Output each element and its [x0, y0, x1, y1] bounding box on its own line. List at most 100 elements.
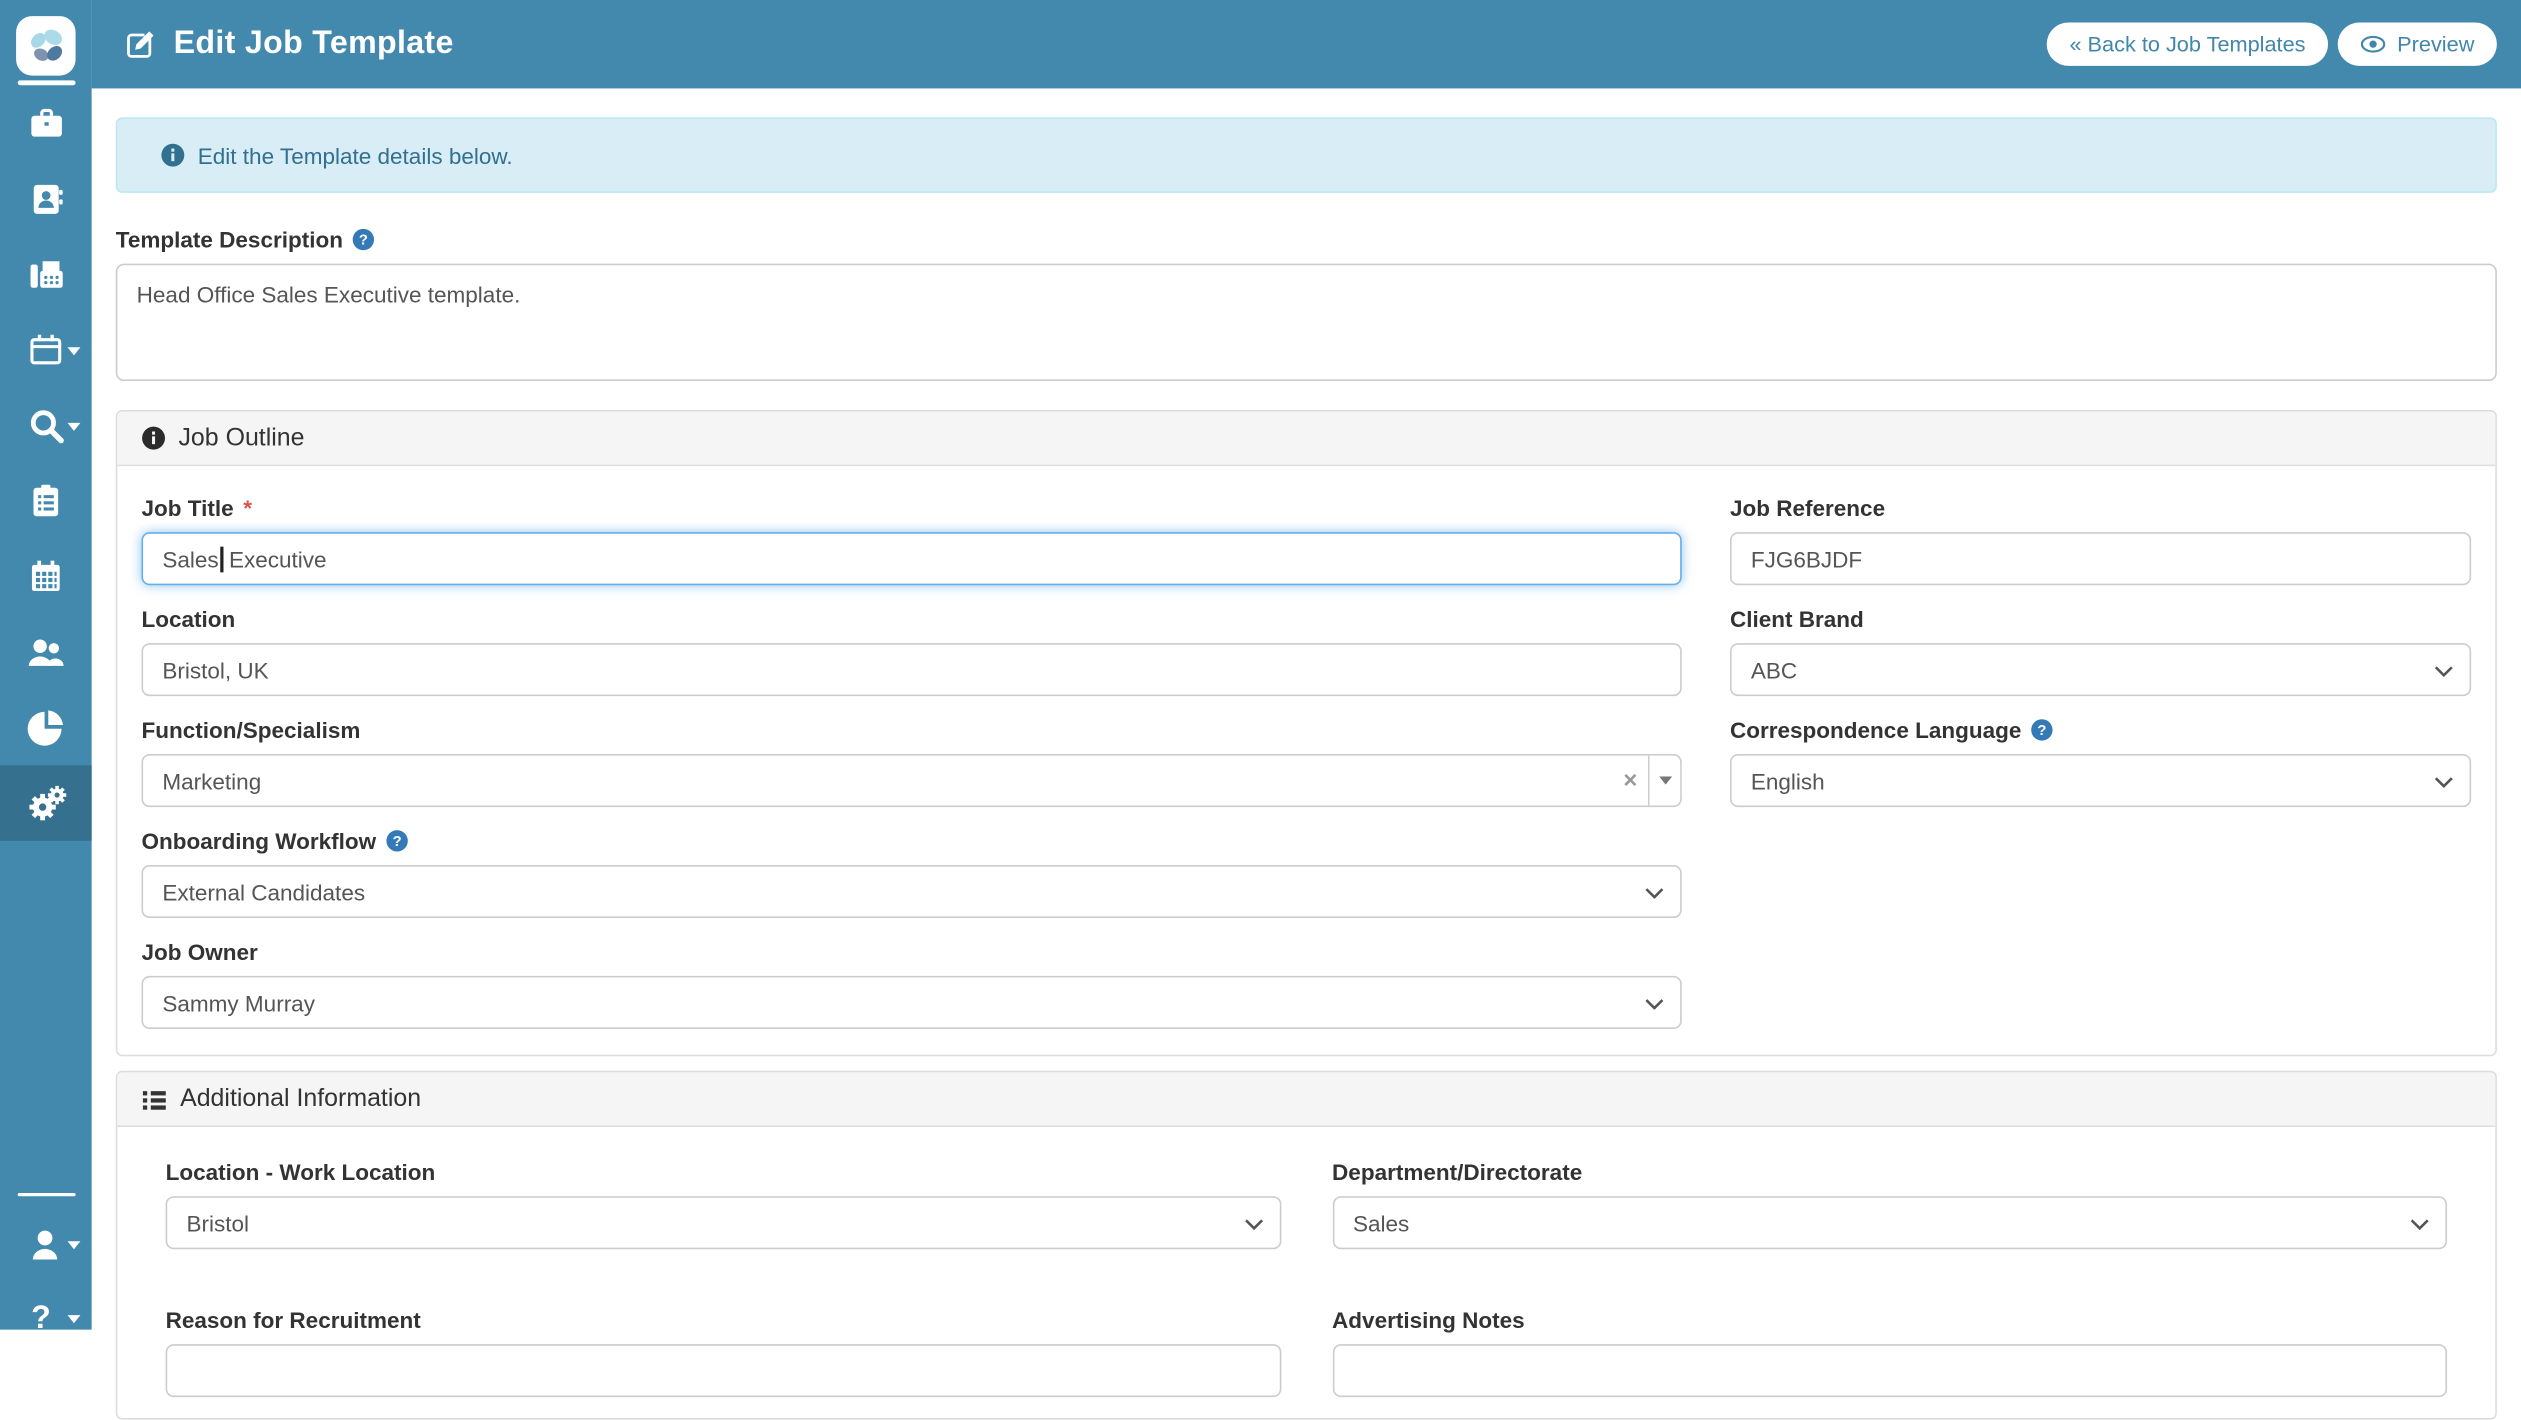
butterfly-logo-icon	[22, 22, 70, 70]
main-content: Edit the Template details below. Templat…	[92, 88, 2521, 1420]
correspondence-language-label: Correspondence Language	[1729, 717, 2022, 743]
onboarding-workflow-group: Onboarding Workflow ? External Candidate…	[141, 828, 1682, 919]
sidebar-item-settings[interactable]	[0, 765, 92, 841]
chevron-down-icon	[2410, 1218, 2429, 1230]
job-reference-input[interactable]: FJG6BJDF	[1729, 532, 2472, 586]
edit-job-template-page: ? Edit Job Template « Back to Job Templa…	[0, 0, 2521, 1420]
sidebar-divider	[17, 1192, 76, 1197]
page-title-group: Edit Job Template	[125, 26, 453, 63]
sidebar-item-schedule[interactable]	[0, 539, 92, 615]
eye-icon	[2360, 35, 2386, 53]
correspondence-language-select[interactable]: English	[1729, 754, 2472, 808]
chevron-down-icon	[67, 1240, 81, 1249]
sidebar-item-calendar[interactable]	[0, 312, 92, 388]
sidebar-item-tasks[interactable]	[0, 463, 92, 539]
chevron-down-icon	[67, 422, 81, 431]
location-group: Location Bristol, UK	[141, 606, 1682, 697]
onboarding-workflow-label: Onboarding Workflow	[141, 828, 377, 854]
advertising-notes-input[interactable]	[1332, 1344, 2448, 1398]
job-outline-panel: Job Outline Job Title * Sales Executive	[115, 409, 2497, 1057]
advertising-notes-group: Advertising Notes	[1332, 1307, 2448, 1398]
chevron-down-icon	[1645, 998, 1664, 1009]
reason-for-recruitment-label: Reason for Recruitment	[165, 1307, 421, 1333]
department-select[interactable]: Sales	[1332, 1196, 2448, 1250]
department-group: Department/Directorate Sales	[1332, 1159, 2448, 1250]
calendar-grid-icon	[27, 558, 64, 595]
svg-text:?: ?	[393, 834, 402, 850]
fax-icon	[27, 255, 66, 294]
address-book-icon	[27, 179, 66, 218]
client-brand-label: Client Brand	[1729, 606, 1864, 632]
combobox-toggle[interactable]	[1647, 755, 1681, 806]
users-icon	[26, 632, 66, 672]
search-icon	[27, 406, 66, 445]
chevron-down-icon	[67, 1314, 81, 1323]
clipboard-list-icon	[27, 482, 64, 519]
work-location-label: Location - Work Location	[165, 1159, 436, 1185]
app-logo[interactable]	[16, 16, 76, 76]
chevron-down-icon	[67, 346, 81, 355]
job-title-input[interactable]: Sales Executive	[141, 532, 1682, 586]
chevron-down-icon	[2434, 665, 2453, 677]
job-reference-group: Job Reference FJG6BJDF	[1729, 495, 2472, 586]
sidebar-item-users[interactable]	[0, 614, 92, 690]
sidebar-item-help[interactable]: ?	[0, 1280, 92, 1356]
briefcase-icon	[27, 104, 66, 143]
sidebar-nav	[0, 85, 92, 841]
page-title: Edit Job Template	[173, 25, 454, 62]
sidebar-item-reports[interactable]	[0, 690, 92, 766]
help-icon[interactable]: ?	[2031, 719, 2054, 742]
location-label: Location	[141, 606, 236, 632]
chevron-down-icon	[1244, 1218, 1263, 1230]
sidebar-item-jobs[interactable]	[0, 85, 92, 161]
reason-for-recruitment-input[interactable]	[165, 1344, 1281, 1398]
caret-down-icon	[1658, 776, 1672, 785]
question-mark-icon: ?	[31, 1299, 51, 1336]
info-circle-icon	[141, 426, 165, 450]
function-specialism-combobox[interactable]: Marketing ×	[141, 754, 1682, 808]
pie-chart-icon	[27, 709, 64, 746]
page-header: Edit Job Template « Back to Job Template…	[91, 0, 2521, 89]
additional-information-header: Additional Information	[117, 1072, 2496, 1128]
job-owner-group: Job Owner Sammy Murray	[141, 938, 1682, 1029]
location-input[interactable]: Bristol, UK	[141, 643, 1682, 697]
onboarding-workflow-select[interactable]: External Candidates	[141, 864, 1682, 919]
back-to-job-templates-button[interactable]: « Back to Job Templates	[2046, 22, 2329, 66]
additional-information-panel: Additional Information Location - Work L…	[115, 1070, 2497, 1420]
reason-for-recruitment-group: Reason for Recruitment	[165, 1307, 1281, 1398]
work-location-select[interactable]: Bristol	[165, 1196, 1281, 1250]
svg-text:?: ?	[359, 233, 368, 249]
list-icon	[141, 1086, 167, 1112]
chevron-down-icon	[1645, 887, 1664, 898]
info-alert: Edit the Template details below.	[115, 117, 2497, 193]
additional-information-title: Additional Information	[180, 1084, 422, 1112]
sidebar-item-search[interactable]	[0, 387, 92, 463]
user-icon	[27, 1224, 66, 1263]
job-outline-header: Job Outline	[117, 411, 2496, 467]
svg-text:?: ?	[2038, 723, 2047, 739]
preview-button[interactable]: Preview	[2337, 22, 2497, 66]
alert-message: Edit the Template details below.	[197, 142, 513, 169]
job-owner-label: Job Owner	[141, 938, 258, 965]
correspondence-language-group: Correspondence Language ? English	[1729, 717, 2472, 808]
work-location-group: Location - Work Location Bristol	[165, 1159, 1281, 1250]
header-actions: « Back to Job Templates Preview	[2046, 22, 2497, 66]
template-description-group: Template Description ? Head Office Sales…	[115, 227, 2497, 382]
sidebar-item-candidates[interactable]	[0, 161, 92, 237]
department-label: Department/Directorate	[1332, 1159, 1583, 1185]
help-icon[interactable]: ?	[386, 830, 409, 853]
client-brand-group: Client Brand ABC	[1729, 606, 2472, 697]
logo-underline	[17, 80, 76, 85]
sidebar-item-account[interactable]	[0, 1206, 92, 1282]
required-asterisk: *	[243, 495, 253, 521]
help-icon[interactable]: ?	[353, 228, 376, 251]
client-brand-select[interactable]: ABC	[1729, 643, 2472, 697]
job-reference-label: Job Reference	[1729, 495, 1886, 521]
job-owner-select[interactable]: Sammy Murray	[141, 975, 1682, 1029]
advertising-notes-label: Advertising Notes	[1332, 1307, 1525, 1333]
template-description-textarea[interactable]: Head Office Sales Executive template.	[115, 263, 2497, 382]
info-circle-icon	[161, 143, 185, 167]
sidebar-item-fax[interactable]	[0, 236, 92, 312]
edit-icon	[125, 29, 156, 60]
clear-icon[interactable]: ×	[1613, 756, 1648, 806]
